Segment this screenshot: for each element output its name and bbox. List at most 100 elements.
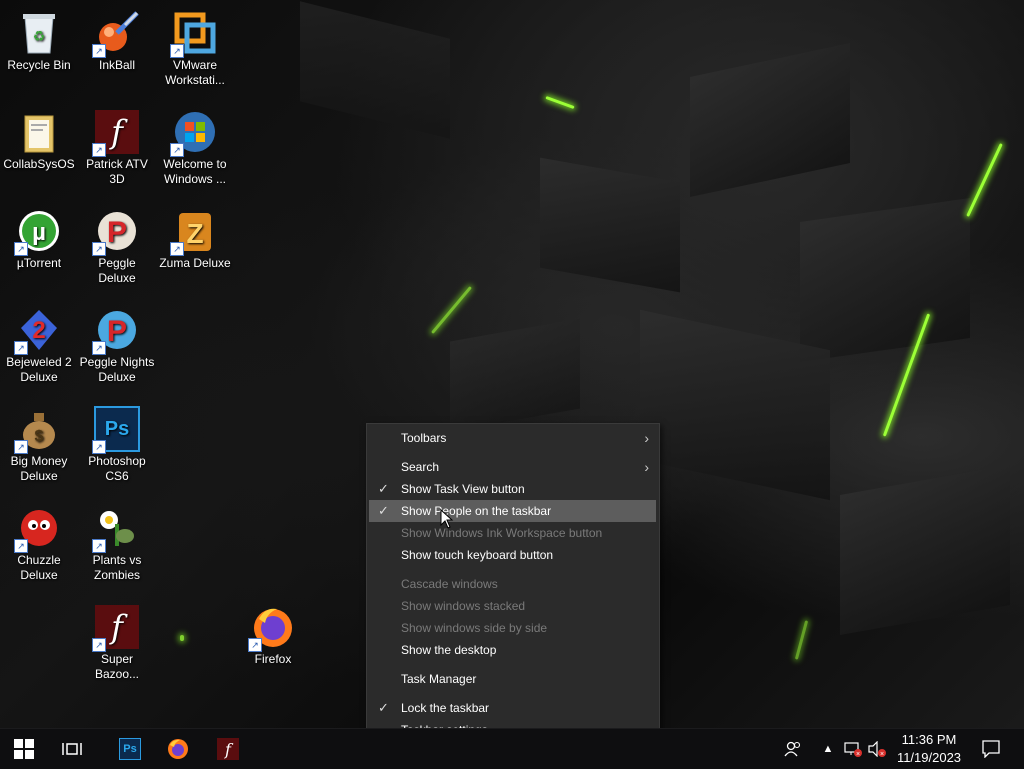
- utorrent-icon: µ ↗: [14, 208, 62, 256]
- zuma-icon: Z ↗: [170, 208, 218, 256]
- desktop-icon-label: Firefox: [254, 652, 292, 666]
- action-center-icon: [982, 740, 1000, 758]
- shortcut-arrow-icon: ↗: [14, 242, 28, 256]
- menu-item-show-desktop[interactable]: Show the desktop: [368, 639, 657, 661]
- menu-item-show-touch-keyboard[interactable]: Show touch keyboard button: [368, 544, 657, 566]
- svg-text:×: ×: [856, 751, 860, 757]
- wallpaper-cube: [690, 42, 850, 198]
- windows-logo-icon: ↗: [170, 109, 218, 157]
- menu-item-label: Show windows side by side: [401, 621, 548, 635]
- desktop-icon-chuzzle[interactable]: ↗ Chuzzle Deluxe: [0, 505, 78, 583]
- desktop-icon-label: Zuma Deluxe: [159, 256, 231, 270]
- inkball-icon: ↗: [92, 10, 140, 58]
- windows-start-icon: [14, 739, 34, 759]
- network-button[interactable]: ×: [842, 729, 864, 769]
- desktop-icon-bejeweled[interactable]: 2 ↗ Bejeweled 2 Deluxe: [0, 307, 78, 385]
- menu-item-label: Show People on the taskbar: [401, 504, 552, 518]
- shortcut-arrow-icon: ↗: [92, 341, 106, 355]
- menu-item-label: Show Task View button: [401, 482, 525, 496]
- people-icon: [784, 741, 801, 757]
- shortcut-arrow-icon: ↗: [14, 440, 28, 454]
- menu-item-toolbars[interactable]: Toolbars ›: [368, 427, 657, 449]
- desktop-icon-collabsysos[interactable]: CollabSysOS: [0, 109, 78, 172]
- svg-text:µ: µ: [32, 219, 46, 246]
- desktop-icon-peggle[interactable]: P ↗ Peggle Deluxe: [78, 208, 156, 286]
- network-error-icon: ×: [844, 742, 862, 757]
- menu-item-label: Toolbars: [401, 431, 447, 445]
- shortcut-arrow-icon: ↗: [92, 638, 106, 652]
- action-center-button[interactable]: [976, 729, 1006, 769]
- shortcut-arrow-icon: ↗: [14, 341, 28, 355]
- menu-item-show-ink-workspace[interactable]: Show Windows Ink Workspace button: [368, 522, 657, 544]
- desktop-icon-label: µTorrent: [16, 256, 62, 270]
- clock-time: 11:36 PM: [901, 732, 957, 747]
- firefox-icon: [168, 739, 188, 759]
- menu-item-show-task-view[interactable]: ✓ Show Task View button: [368, 478, 657, 500]
- photoshop-icon: Ps: [119, 738, 141, 760]
- task-view-icon: [62, 743, 82, 755]
- svg-text:P: P: [107, 315, 127, 348]
- menu-item-task-manager[interactable]: Task Manager: [368, 668, 657, 690]
- start-button[interactable]: [0, 729, 48, 769]
- desktop-icon-big-money[interactable]: $ ↗ Big Money Deluxe: [0, 406, 78, 484]
- wallpaper-cube: [450, 318, 580, 432]
- clock[interactable]: 11:36 PM 11/19/2023: [890, 729, 968, 769]
- desktop-icon-photoshop[interactable]: Ps ↗ Photoshop CS6: [78, 406, 156, 484]
- wallpaper-cube: [300, 1, 450, 139]
- svg-text:2: 2: [32, 317, 45, 344]
- task-view-button[interactable]: [48, 729, 96, 769]
- menu-item-search[interactable]: Search ›: [368, 456, 657, 478]
- shortcut-arrow-icon: ↗: [92, 539, 106, 553]
- shortcut-arrow-icon: ↗: [92, 440, 106, 454]
- volume-button[interactable]: ×: [866, 729, 888, 769]
- menu-item-label: Show the desktop: [401, 643, 497, 657]
- desktop-icon-zuma[interactable]: Z ↗ Zuma Deluxe: [156, 208, 234, 271]
- desktop-icon-inkball[interactable]: ↗ InkBall: [78, 10, 156, 73]
- desktop-icon-label: CollabSysOS: [3, 157, 75, 171]
- desktop-icon-super-bazooka[interactable]: f ↗ Super Bazoo...: [78, 604, 156, 682]
- wallpaper-glow: [966, 143, 1003, 217]
- desktop-icon-label: Welcome to Windows ...: [163, 157, 227, 186]
- desktop-icon-recycle-bin[interactable]: ♻ Recycle Bin: [0, 10, 78, 73]
- flash-icon: f ↗: [92, 109, 140, 157]
- desktop-icon-label: InkBall: [98, 58, 136, 72]
- taskbar-context-menu: Toolbars › Search › ✓ Show Task View but…: [366, 423, 660, 747]
- desktop-icon-utorrent[interactable]: µ ↗ µTorrent: [0, 208, 78, 271]
- menu-item-windows-side-by-side[interactable]: Show windows side by side: [368, 617, 657, 639]
- desktop-icon-label: Chuzzle Deluxe: [17, 553, 61, 582]
- wallpaper-glow: [545, 95, 575, 110]
- menu-item-show-people[interactable]: ✓ Show People on the taskbar: [369, 500, 656, 522]
- taskbar-app-firefox[interactable]: [154, 729, 202, 769]
- show-hidden-icons-button[interactable]: ▲: [818, 729, 838, 769]
- desktop-icon-peggle-nights[interactable]: P ↗ Peggle Nights Deluxe: [78, 307, 156, 385]
- desktop-icon-firefox[interactable]: ↗ Firefox: [234, 604, 312, 667]
- peggle-nights-icon: P ↗: [92, 307, 140, 355]
- menu-item-cascade-windows[interactable]: Cascade windows: [368, 573, 657, 595]
- desktop-icon-label: Patrick ATV 3D: [86, 157, 148, 186]
- chevron-right-icon: ›: [644, 430, 649, 446]
- desktop-icon-welcome-windows[interactable]: ↗ Welcome to Windows ...: [156, 109, 234, 187]
- shortcut-arrow-icon: ↗: [92, 143, 106, 157]
- desktop-icon-label: Peggle Deluxe: [98, 256, 136, 285]
- menu-item-lock-taskbar[interactable]: ✓ Lock the taskbar: [368, 697, 657, 719]
- desktop-icon-vmware[interactable]: ↗ VMware Workstati...: [156, 10, 234, 88]
- checkmark-icon: ✓: [378, 700, 389, 715]
- menu-item-windows-stacked[interactable]: Show windows stacked: [368, 595, 657, 617]
- plants-vs-zombies-icon: ↗: [92, 505, 140, 553]
- photoshop-icon: Ps ↗: [92, 406, 140, 454]
- svg-text:Z: Z: [186, 218, 203, 249]
- firefox-icon: ↗: [248, 604, 296, 652]
- desktop-icon-label: VMware Workstati...: [165, 58, 225, 87]
- desktop-icon-label: Plants vs Zombies: [92, 553, 142, 582]
- desktop-icon-patrick-atv[interactable]: f ↗ Patrick ATV 3D: [78, 109, 156, 187]
- taskbar-app-photoshop[interactable]: Ps: [106, 729, 154, 769]
- clock-text: 11:36 PM 11/19/2023: [897, 731, 961, 767]
- vmware-icon: ↗: [170, 10, 218, 58]
- shortcut-arrow-icon: ↗: [14, 539, 28, 553]
- desktop-icon-label: Big Money Deluxe: [10, 454, 68, 483]
- people-button[interactable]: [776, 729, 810, 769]
- wallpaper-glow: [180, 635, 184, 641]
- taskbar-app-flash[interactable]: f: [204, 729, 252, 769]
- desktop-icon-pvz[interactable]: ↗ Plants vs Zombies: [78, 505, 156, 583]
- checkmark-icon: ✓: [378, 481, 389, 496]
